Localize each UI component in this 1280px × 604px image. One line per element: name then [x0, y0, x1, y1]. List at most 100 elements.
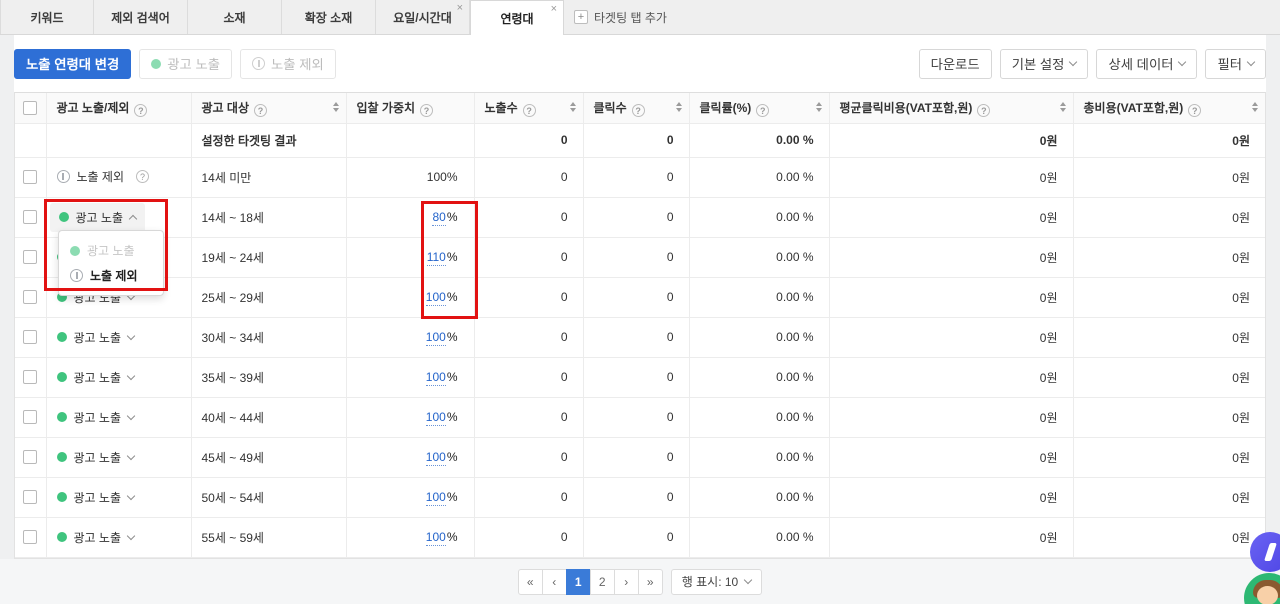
dropdown-item-expose[interactable]: 광고 노출	[59, 238, 163, 263]
first-page-button[interactable]: «	[517, 568, 543, 595]
col-total-cost[interactable]: 총비용(VAT포함,원)	[1073, 93, 1265, 124]
bid-weight-link[interactable]: 100%	[425, 410, 458, 426]
summary-row: 설정한 타겟팅 결과 0 0 0.00 % 0원 0원	[15, 123, 1265, 158]
exclude-exposure-button[interactable]: 노출 제외	[240, 48, 336, 79]
pagination-group: « ‹ 1 2 › »	[517, 568, 663, 595]
target-cell: 40세 ~ 44세	[191, 397, 347, 438]
exclude-circle-icon	[252, 57, 266, 70]
sort-icon[interactable]	[815, 102, 822, 112]
metric-cell-avg_click_cost: 0원	[829, 123, 1074, 158]
table-body: 설정한 타겟팅 결과000.00 %0원0원노출 제외14세 미만100%000…	[15, 123, 1265, 558]
metric-cell-impressions: 0	[474, 437, 584, 478]
green-status-dot-icon	[151, 58, 162, 69]
status-dropdown-trigger[interactable]: 광고 노출	[49, 202, 145, 232]
status-dropdown-panel: 광고 노출 노출 제외	[58, 230, 164, 296]
target-cell: 30세 ~ 34세	[191, 317, 347, 358]
help-icon	[522, 104, 536, 117]
bid-weight-cell: 80%	[346, 197, 475, 238]
status-dropdown-trigger[interactable]: 광고 노출	[56, 329, 136, 346]
target-cell: 50세 ~ 54세	[191, 477, 347, 518]
col-impressions[interactable]: 노출수	[474, 93, 584, 124]
download-button[interactable]: 다운로드	[918, 48, 992, 79]
prev-page-button[interactable]: ‹	[541, 568, 567, 595]
last-page-button[interactable]: »	[637, 568, 663, 595]
bid-weight-link[interactable]: 100%	[425, 370, 458, 386]
metric-cell-impressions: 0	[474, 197, 584, 238]
bid-weight-link[interactable]: 100%	[425, 290, 458, 306]
green-status-dot-icon	[56, 372, 67, 382]
metric-cell-avg_click_cost: 0원	[829, 357, 1074, 398]
row-checkbox[interactable]	[23, 450, 38, 464]
sort-icon[interactable]	[332, 102, 339, 112]
rows-per-page-dropdown[interactable]: 행 표시: 10	[670, 568, 763, 595]
change-age-exposure-button[interactable]: 노출 연령대 변경	[14, 48, 132, 79]
row-checkbox[interactable]	[23, 330, 38, 344]
sort-icon[interactable]	[675, 102, 682, 112]
bid-weight-link[interactable]: 80%	[432, 210, 458, 226]
help-icon	[136, 170, 149, 183]
add-targeting-tab-button[interactable]: + 타겟팅 탭 추가	[564, 0, 677, 34]
metric-cell-impressions: 0	[474, 237, 584, 278]
tab-keyword[interactable]: 키워드	[0, 0, 94, 34]
col-avg-click-cost[interactable]: 평균클릭비용(VAT포함,원)	[829, 93, 1074, 124]
expose-ads-button[interactable]: 광고 노출	[139, 48, 233, 79]
page-button-1[interactable]: 1	[565, 568, 591, 595]
status-dropdown-trigger[interactable]: 광고 노출	[56, 409, 136, 426]
col-ctr[interactable]: 클릭률(%)	[689, 93, 830, 124]
metric-cell-avg_click_cost: 0원	[829, 517, 1074, 558]
tab-negative-keyword[interactable]: 제외 검색어	[94, 0, 188, 34]
row-checkbox[interactable]	[23, 170, 38, 184]
row-checkbox[interactable]	[23, 370, 38, 384]
help-icon	[134, 104, 148, 117]
sort-icon[interactable]	[569, 102, 576, 112]
row-checkbox[interactable]	[23, 490, 38, 504]
status-dropdown-trigger[interactable]: 광고 노출	[56, 369, 136, 386]
sort-icon[interactable]	[1059, 102, 1066, 112]
select-all-checkbox[interactable]	[23, 100, 38, 115]
table-row: 광고 노출 55세 ~ 59세 100% 0 0 0.00 % 0원 0원	[15, 517, 1265, 558]
row-checkbox[interactable]	[23, 210, 38, 224]
metric-cell-total_cost: 0원	[1073, 157, 1265, 198]
status-excluded[interactable]: 노출 제외	[56, 168, 149, 185]
row-checkbox[interactable]	[23, 250, 38, 264]
metric-cell-avg_click_cost: 0원	[829, 317, 1074, 358]
page-button-2[interactable]: 2	[589, 568, 615, 595]
row-checkbox[interactable]	[23, 530, 38, 544]
tab-creative[interactable]: 소재	[188, 0, 282, 34]
sort-icon[interactable]	[1252, 102, 1258, 112]
target-cell: 55세 ~ 59세	[191, 517, 347, 558]
status-dropdown-trigger[interactable]: 광고 노출	[56, 529, 136, 546]
detail-data-dropdown[interactable]: 상세 데이터	[1096, 48, 1198, 79]
col-target[interactable]: 광고 대상	[191, 93, 347, 124]
row-checkbox[interactable]	[23, 290, 38, 304]
metric-cell-avg_click_cost: 0원	[829, 397, 1074, 438]
bid-weight-link[interactable]: 100%	[425, 530, 458, 546]
dropdown-item-exclude[interactable]: 노출 제외	[59, 263, 163, 288]
next-page-button[interactable]: ›	[613, 568, 639, 595]
col-clicks[interactable]: 클릭수	[583, 93, 690, 124]
chevron-down-icon	[1178, 57, 1187, 67]
help-icon	[254, 104, 267, 117]
metric-cell-total_cost: 0원	[1073, 517, 1265, 558]
bid-weight-link[interactable]: 110%	[426, 250, 458, 266]
status-dropdown-trigger[interactable]: 광고 노출	[56, 449, 136, 466]
tab-day-time[interactable]: 요일/시간대 ×	[376, 0, 470, 34]
default-settings-dropdown[interactable]: 기본 설정	[999, 48, 1089, 79]
target-cell: 19세 ~ 24세	[191, 237, 347, 278]
bid-weight-link[interactable]: 100%	[425, 330, 458, 346]
bid-weight-link[interactable]: 100%	[425, 450, 458, 466]
tab-extended-creative[interactable]: 확장 소재	[282, 0, 376, 34]
row-checkbox[interactable]	[23, 410, 38, 424]
close-tab-icon[interactable]: ×	[457, 3, 463, 14]
filter-dropdown[interactable]: 필터	[1205, 48, 1266, 79]
bid-weight-cell: 100%	[346, 157, 475, 198]
table-header-row: 광고 노출/제외 광고 대상 입찰 가중치 노출수 클릭수 클릭률(%) 평균클…	[15, 93, 1265, 124]
bid-weight-cell: 100%	[346, 397, 475, 438]
metric-cell-ctr: 0.00 %	[689, 123, 830, 158]
bid-weight-link[interactable]: 100%	[425, 490, 458, 506]
metric-cell-impressions: 0	[474, 517, 584, 558]
status-dropdown-trigger[interactable]: 광고 노출	[56, 489, 136, 506]
close-tab-icon[interactable]: ×	[551, 4, 557, 15]
metric-cell-clicks: 0	[583, 477, 690, 518]
tab-age-group[interactable]: 연령대 ×	[470, 0, 564, 35]
